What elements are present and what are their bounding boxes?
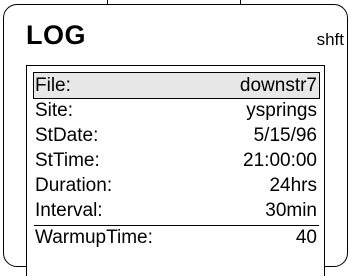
param-row-duration[interactable]: Duration: 24hrs [34,173,319,198]
param-value: 40 [295,227,317,248]
param-label: Interval: [35,199,103,221]
param-label: StDate: [35,124,99,146]
param-row-file[interactable]: File: downstr7 [33,72,320,99]
param-value: 21:00:00 [243,149,317,171]
param-row-site[interactable]: Site: ysprings [34,98,319,123]
param-value: 30min [265,199,317,221]
param-label: Site: [35,99,74,121]
param-label: StTime: [35,149,100,171]
param-label: Duration: [35,174,113,196]
param-row-start-date[interactable]: StDate: 5/15/96 [34,123,319,148]
param-row-warmup-time[interactable]: WarmupTime: 40 [34,225,319,250]
param-row-interval[interactable]: Interval: 30min [34,198,319,223]
screen-title: LOG [26,20,86,50]
shift-mode-indicator: shft [316,30,344,49]
param-value: 24hrs [269,174,317,196]
param-row-start-time[interactable]: StTime: 21:00:00 [34,148,319,173]
log-parameters-panel: File: downstr7 Site: ysprings StDate: 5/… [26,65,325,276]
param-value: ysprings [246,99,317,121]
param-label: WarmupTime: [35,227,153,248]
param-value: downstr7 [239,74,317,96]
param-label: File: [35,74,71,96]
parameter-list: File: downstr7 Site: ysprings StDate: 5/… [33,72,320,250]
param-value: 5/15/96 [253,124,317,146]
